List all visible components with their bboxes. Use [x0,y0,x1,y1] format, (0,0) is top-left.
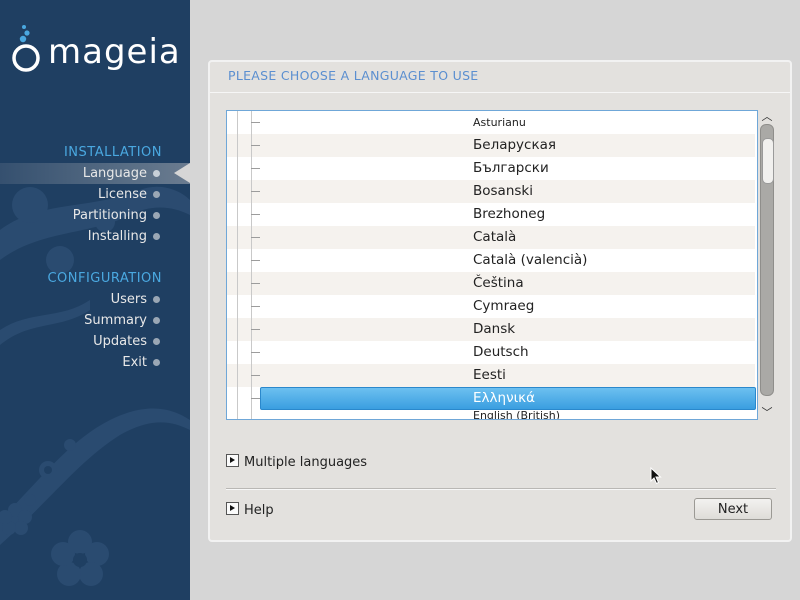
multiple-languages-label: Multiple languages [244,455,368,470]
tree-line [237,249,238,272]
language-panel: PLEASE CHOOSE A LANGUAGE TO USE Asturian… [208,60,792,542]
list-item[interactable]: English (British) [227,409,755,419]
step-updates: Updates [93,334,147,349]
language-label: Eesti [473,367,506,383]
tree-branch [251,145,260,146]
step-dot-updates [153,338,160,345]
tree-branch [251,398,260,399]
language-label: English (British) [473,409,560,420]
tree-branch [251,306,260,307]
tree-line [237,157,238,180]
step-dot-language [153,170,160,177]
list-item[interactable]: Deutsch [227,341,755,364]
language-label: Bosanski [473,183,533,199]
tree-line [237,318,238,341]
list-item[interactable]: Български [227,157,755,180]
tree-branch [251,352,260,353]
tree-branch [251,260,260,261]
step-dot-installing [153,233,160,240]
mouse-pointer-icon [650,467,662,485]
tree-line [237,111,238,134]
floral-decoration [0,186,190,586]
scroll-track[interactable] [760,124,774,396]
next-button[interactable]: Next [694,498,772,520]
tree-line [237,341,238,364]
bottom-divider [226,488,776,490]
list-item[interactable]: Bosanski [227,180,755,203]
list-item[interactable]: Eesti [227,364,755,387]
step-installing: Installing [87,229,147,244]
list-item[interactable]: Cymraeg [227,295,755,318]
language-label: Cymraeg [473,298,535,314]
scroll-down-icon[interactable]: ﹀ [759,406,775,420]
step-summary: Summary [84,313,147,328]
step-partitioning: Partitioning [72,208,147,223]
tree-line [237,387,238,410]
step-exit: Exit [122,355,147,370]
step-dot-summary [153,317,160,324]
tree-branch [251,237,260,238]
tree-branch [251,214,260,215]
sidebar: mageia INSTALLATION Language License Par… [0,0,190,600]
tree-branch [251,191,260,192]
language-label: Brezhoneg [473,206,546,222]
expand-arrow-icon [226,502,239,515]
help-expander[interactable]: Help [226,502,274,518]
help-label: Help [244,503,274,518]
tree-branch [251,329,260,330]
tree-line [237,272,238,295]
list-item[interactable]: Català (valencià) [227,249,755,272]
language-label: Čeština [473,275,524,291]
language-list[interactable]: Asturianu Беларуская Български Bosanski … [226,110,758,420]
page-title: PLEASE CHOOSE A LANGUAGE TO USE [228,68,479,83]
tree-line [237,203,238,226]
list-item[interactable]: Asturianu [227,111,755,134]
list-scrollbar[interactable]: ︿ ﹀ [759,110,775,420]
multiple-languages-expander[interactable]: Multiple languages [226,454,367,470]
language-label: Беларуская [473,137,556,153]
tree-line [237,226,238,249]
tree-line [237,180,238,203]
step-dot-license [153,191,160,198]
tree-line [237,410,238,419]
scroll-up-icon[interactable]: ︿ [759,110,775,124]
step-dot-exit [153,359,160,366]
tree-branch [251,375,260,376]
step-dot-partitioning [153,212,160,219]
list-item[interactable]: Беларуская [227,134,755,157]
section-title-installation: INSTALLATION [63,145,162,160]
active-step-pointer [174,163,190,183]
language-label: Deutsch [473,344,529,360]
section-title-configuration: CONFIGURATION [47,271,162,286]
step-license: License [97,187,147,202]
list-item[interactable]: Català [227,226,755,249]
tree-branch [251,283,260,284]
language-label: Български [473,160,549,176]
tree-line [237,295,238,318]
language-label: Català (valencià) [473,252,588,268]
mageia-logo-text: mageia [48,32,181,72]
tree-line [251,410,252,419]
tree-line [237,364,238,387]
expand-arrow-icon [226,454,239,467]
step-language: Language [82,166,147,181]
step-dot-users [153,296,160,303]
scroll-thumb[interactable] [762,138,774,184]
mageia-logo-icon [12,25,40,72]
step-users: Users [110,292,147,307]
list-item[interactable]: Čeština [227,272,755,295]
list-item[interactable]: Dansk [227,318,755,341]
tree-branch [251,168,260,169]
language-label: Asturianu [473,116,526,129]
title-divider [210,92,790,93]
tree-branch [251,122,260,123]
list-item[interactable]: Brezhoneg [227,203,755,226]
language-label: Dansk [473,321,516,337]
tree-line [237,134,238,157]
language-label: Català [473,229,517,245]
